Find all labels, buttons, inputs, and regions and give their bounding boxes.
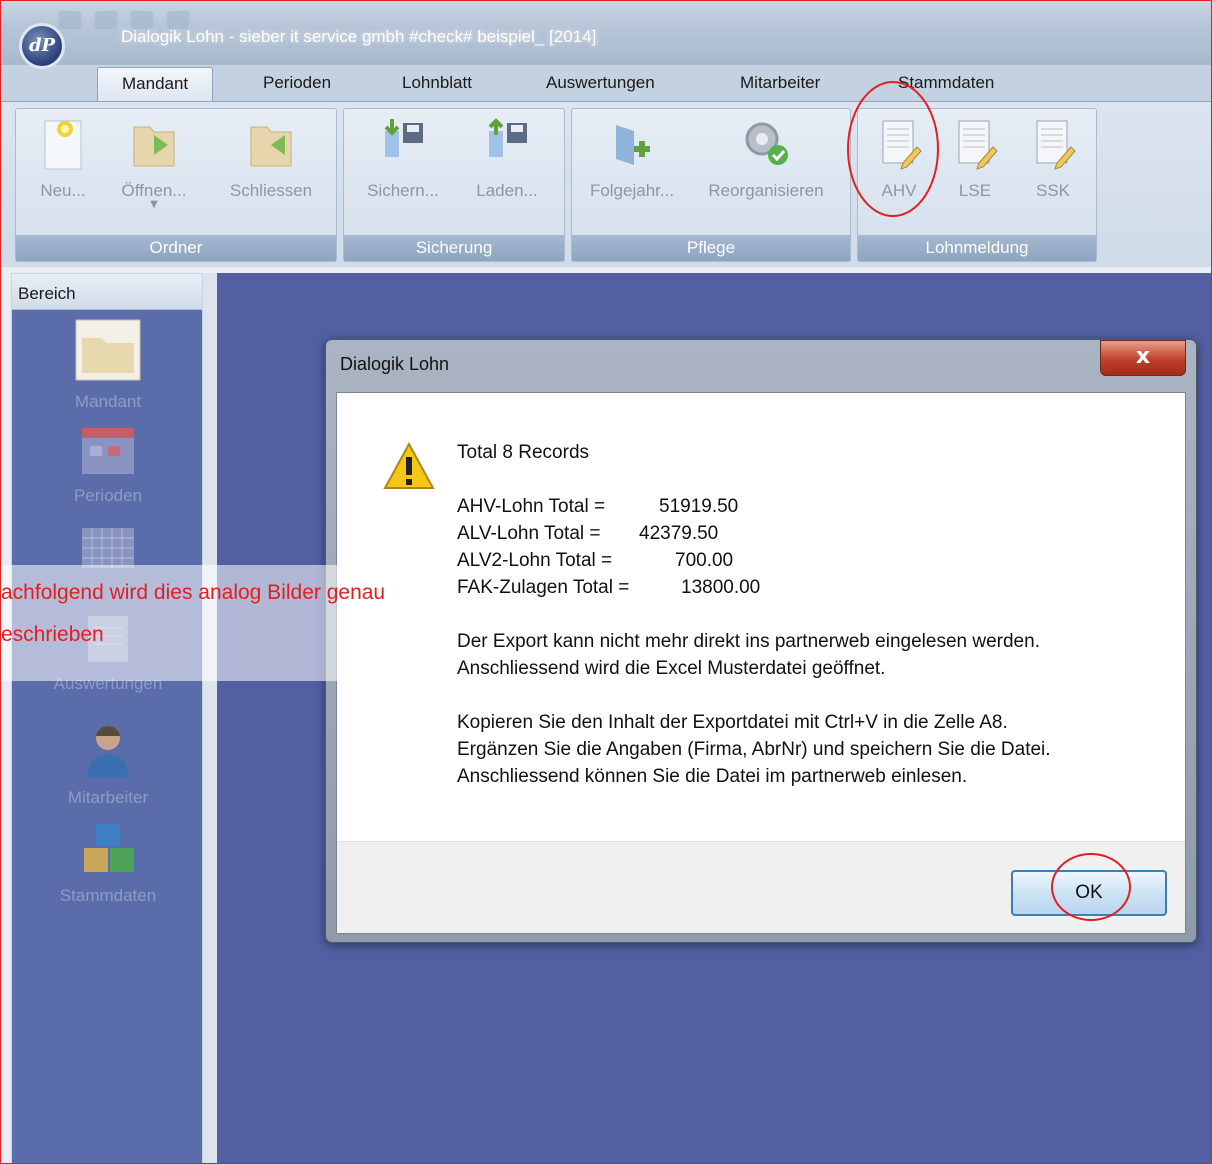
new-button[interactable]: Neu...	[28, 115, 98, 201]
next-year-button[interactable]: Folgejahr...	[576, 115, 688, 201]
new-year-folder-icon	[616, 125, 650, 165]
totals-row: ALV-Lohn Total = 42379.50	[457, 520, 1051, 547]
window-title: Dialogik Lohn - sieber it service gmbh #…	[121, 27, 597, 46]
tab-lohnblatt[interactable]: Lohnblatt	[402, 73, 472, 93]
tab-mitarbeiter[interactable]: Mitarbeiter	[740, 73, 820, 93]
tab-auswertungen[interactable]: Auswertungen	[546, 73, 655, 93]
sidebar-item-label: Perioden	[73, 486, 143, 505]
totals-label: FAK-Zulagen Total =	[457, 577, 630, 598]
sidebar-item-stammdaten[interactable]: Stammdaten	[12, 822, 204, 906]
ribbon-group-pflege: Folgejahr... Reorganisieren Pflege	[571, 108, 851, 262]
folder-icon	[75, 319, 141, 381]
dialog-close-button[interactable]: x	[1100, 340, 1186, 376]
ribbon-group-caption: Ordner	[16, 235, 336, 261]
title-bar: Dialogik Lohn - sieber it service gmbh #…	[1, 1, 1211, 65]
ribbon-tabs: Mandant Perioden Lohnblatt Auswertungen …	[1, 65, 1211, 103]
totals-value: 700.00	[675, 550, 734, 571]
message-line: Ergänzen Sie die Angaben (Firma, AbrNr) …	[457, 739, 1051, 760]
save-backup-icon	[384, 119, 423, 157]
ribbon-group-ordner: Neu... Öffnen... ▼ Schliessen Ordner	[15, 108, 337, 262]
message-line: Der Export kann nicht mehr direkt ins pa…	[457, 631, 1040, 652]
open-folder-icon	[133, 126, 175, 167]
notepad-pencil-icon	[882, 120, 922, 170]
tab-stammdaten[interactable]: Stammdaten	[898, 73, 994, 93]
tab-perioden[interactable]: Perioden	[263, 73, 331, 93]
reorganize-label: Reorganisieren	[708, 181, 824, 200]
reorganize-button[interactable]: Reorganisieren	[694, 115, 838, 201]
dialog-message: Total 8 Records AHV-Lohn Total = 51919.5…	[457, 439, 1051, 790]
open-button-label: Öffnen...	[121, 181, 187, 200]
tab-mandant[interactable]: Mandant	[97, 67, 214, 103]
sidebar-item-mandant[interactable]: Mandant	[12, 318, 204, 412]
gear-check-icon	[745, 122, 788, 165]
sidebar-item-label: Stammdaten	[59, 886, 157, 905]
dialog-footer: OK	[337, 841, 1185, 933]
app-menu-orb-icon[interactable]: dP	[19, 23, 65, 69]
qat-save-icon[interactable]	[59, 11, 81, 29]
totals-value: 42379.50	[639, 523, 719, 544]
new-button-label: Neu...	[40, 181, 86, 200]
totals-label: ALV-Lohn Total =	[457, 523, 601, 544]
open-button[interactable]: Öffnen... ▼	[108, 115, 200, 210]
app-window: Dialogik Lohn - sieber it service gmbh #…	[0, 0, 1212, 1164]
totals-row: ALV2-Lohn Total = 700.00	[457, 547, 1051, 574]
ribbon-group-caption: Lohnmeldung	[858, 235, 1096, 261]
new-document-icon	[44, 120, 82, 170]
totals-value: 13800.00	[681, 577, 761, 598]
message-line: Anschliessend können Sie die Datei im pa…	[457, 766, 968, 787]
close-folder-icon	[250, 126, 292, 167]
ssk-label: SSK	[1035, 181, 1071, 200]
sidebar-item-label: Mitarbeiter	[67, 788, 149, 807]
person-icon	[87, 725, 129, 778]
ribbon-group-caption: Sicherung	[344, 235, 564, 261]
ribbon-group-lohnmeldung: AHV LSE SSK Lohnmeldung	[857, 108, 1097, 262]
backup-load-label: Laden...	[476, 181, 538, 200]
ahv-label: AHV	[881, 181, 917, 200]
ribbon-group-sicherung: Sichern... Laden... Sicherung	[343, 108, 565, 262]
sidebar: Bereich Mandant Perioden Auswertungen Mi…	[11, 273, 204, 1163]
totals-row: AHV-Lohn Total = 51919.50	[457, 493, 1051, 520]
backup-load-button[interactable]: Laden...	[462, 115, 552, 201]
message-line: Anschliessend wird die Excel Musterdatei…	[457, 658, 886, 679]
totals-value: 51919.50	[659, 496, 739, 517]
sidebar-item-mitarbeiter[interactable]: Mitarbeiter	[12, 722, 204, 808]
sidebar-header: Bereich	[12, 274, 202, 310]
ribbon: Neu... Öffnen... ▼ Schliessen Ordner Sic…	[1, 101, 1211, 267]
close-button[interactable]: Schliessen	[216, 115, 326, 201]
ok-button[interactable]: OK	[1011, 870, 1167, 916]
ribbon-group-caption: Pflege	[572, 235, 850, 261]
annotation-text-line-1: achfolgend wird dies analog Bilder genau	[1, 581, 386, 604]
message-dialog: Dialogik Lohn x Total 8 Records AHV-Lohn…	[325, 339, 1197, 943]
close-button-label: Schliessen	[229, 181, 313, 200]
ssk-button[interactable]: SSK	[1024, 115, 1082, 201]
lse-label: LSE	[958, 181, 992, 200]
calendar-icon	[82, 428, 134, 474]
sidebar-splitter[interactable]	[203, 273, 217, 1163]
backup-save-label: Sichern...	[367, 181, 439, 200]
dialog-title: Dialogik Lohn	[340, 354, 450, 374]
qat-open-icon[interactable]	[95, 11, 117, 29]
cubes-icon	[84, 824, 134, 872]
total-records-text: Total 8 Records	[457, 442, 590, 463]
backup-save-button[interactable]: Sichern...	[358, 115, 448, 201]
notepad-pencil-icon	[958, 120, 998, 170]
sidebar-item-label: Mandant	[74, 392, 142, 411]
load-backup-icon	[488, 118, 527, 157]
dialog-body: Total 8 Records AHV-Lohn Total = 51919.5…	[336, 392, 1186, 934]
ahv-button[interactable]: AHV	[870, 115, 928, 201]
totals-row: FAK-Zulagen Total = 13800.00	[457, 574, 1051, 601]
totals-label: AHV-Lohn Total =	[457, 496, 606, 517]
next-year-label: Folgejahr...	[589, 181, 675, 200]
annotation-text-line-2: eschrieben	[1, 623, 104, 646]
message-line: Kopieren Sie den Inhalt der Exportdatei …	[457, 712, 1008, 733]
lse-button[interactable]: LSE	[946, 115, 1004, 201]
totals-label: ALV2-Lohn Total =	[457, 550, 613, 571]
warning-icon	[383, 441, 435, 489]
notepad-pencil-icon	[1036, 120, 1076, 170]
grid-calendar-icon	[82, 528, 134, 568]
sidebar-item-perioden[interactable]: Perioden	[12, 426, 204, 506]
